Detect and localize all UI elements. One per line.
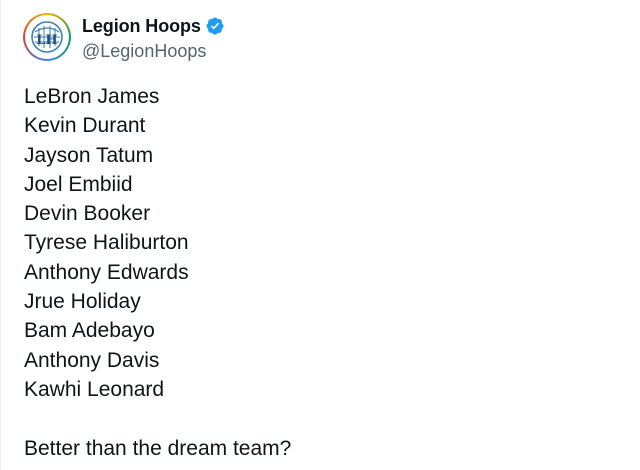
display-name[interactable]: Legion Hoops	[82, 16, 201, 37]
legion-hoops-logo-icon: LH	[25, 15, 69, 59]
tweet-header: LH Legion Hoops @LegionHoops	[23, 13, 225, 63]
player-name: Jrue Holiday	[24, 290, 141, 314]
player-name: Bam Adebayo	[24, 319, 155, 343]
player-name: Jayson Tatum	[24, 143, 154, 167]
tweet-text: LeBron James Kevin Durant Jayson Tatum J…	[24, 82, 291, 463]
paragraph-break	[24, 404, 291, 433]
player-name: Kawhi Leonard	[24, 377, 165, 401]
player-name: Joel Embiid	[24, 172, 133, 196]
verified-badge-icon[interactable]	[205, 16, 225, 36]
player-name: LeBron James	[24, 85, 160, 108]
account-names: Legion Hoops @LegionHoops	[82, 13, 225, 63]
player-name: Kevin Durant	[24, 114, 146, 138]
player-name: Devin Booker	[24, 202, 151, 226]
account-handle[interactable]: @LegionHoops	[82, 39, 225, 63]
name-row: Legion Hoops	[82, 13, 225, 39]
tweet-question: Better than the dream team?	[24, 436, 292, 460]
player-name: Tyrese Haliburton	[24, 231, 189, 255]
tweet-card: LH Legion Hoops @LegionHoops LeBron Jame…	[0, 0, 640, 470]
avatar[interactable]: LH	[23, 13, 71, 61]
player-name: Anthony Edwards	[24, 260, 189, 284]
svg-text:LH: LH	[36, 33, 57, 48]
player-name: Anthony Davis	[24, 348, 160, 372]
